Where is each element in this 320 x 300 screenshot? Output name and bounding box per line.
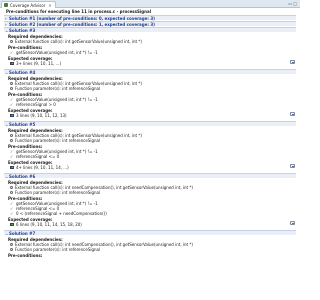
dependency-item: Function parameter(s): int referenceSign… [8,190,296,195]
checkmark-icon: ✓ [10,206,14,211]
view-tab-bar: Coverage Advisor ✕ ▭ □ [0,0,300,8]
dependency-icon [10,139,13,142]
coverage-advisor-panel: Pre-conditions for executing line 11 in … [0,8,300,300]
apply-solution-button[interactable] [290,164,295,168]
solution-body: Required dependencies: External function … [4,178,296,229]
precondition-item-text: 0 < (referenceSignal + needCompensation(… [16,211,107,216]
coverage-item-text: 6 lines (9, 10, 11, 14, 15, 18, 20) [16,222,82,227]
solution-section: ⌄ Solution #5 Required dependencies: Extern… [4,121,296,172]
solution-header-label: Solution #2 (number of pre-conditions: 1… [9,21,155,27]
minimize-icon[interactable]: ▭ [288,1,292,6]
dependency-icon [10,134,13,137]
dependency-item-text: External function call(s): int getSensor… [15,39,142,44]
coverage-item: 6 lines (9, 10, 11, 14, 15, 18, 20) [8,222,296,227]
solution-body: Required dependencies: External function … [4,74,296,120]
dependency-icon [10,87,13,90]
solution-header[interactable]: › Solution #1 (number of pre-conditions: … [4,15,296,21]
solution-section: › Solution #1 (number of pre-conditions: … [4,15,296,21]
checkmark-icon: ✓ [10,50,14,55]
solution-section: ⌄ Solution #7 Required dependencies: Extern… [4,230,296,260]
solutions-list: › Solution #1 (number of pre-conditions: … [4,15,296,260]
checkmark-icon: ✓ [10,154,14,159]
solution-section: › Solution #2 (number of pre-conditions: … [4,21,296,27]
solution-body: Required dependencies: External function … [4,126,296,172]
solution-section: ⌄ Solution #3 Required dependencies: Extern… [4,27,296,68]
coverage-item: 4+ lines (9, 10, 11, 14, ...) [8,165,296,170]
coverage-item-text: 3 lines (9, 10, 11, 12, 13) [16,113,67,118]
dependency-item: External function call(s): int getSensor… [8,39,296,44]
dependency-item: Function parameter(s): int referenceSign… [8,86,296,91]
apply-solution-button[interactable] [290,112,295,116]
page-title: Pre-conditions for executing line 11 in … [6,8,152,14]
apply-solution-button[interactable] [290,60,295,64]
coverage-icon [10,166,14,169]
checkmark-icon: ✓ [10,97,14,102]
coverage-icon [10,114,14,117]
dependency-icon [10,186,13,189]
solution-section: ⌄ Solution #6 Required dependencies: Extern… [4,173,296,229]
close-icon[interactable]: ✕ [48,3,51,8]
precondition-item: ✓ getSensorValue(unsigned int, int *) != … [8,50,296,55]
dependency-icon [10,243,13,246]
tab-label: Coverage Advisor [10,2,46,8]
dependency-icon [10,248,13,251]
coverage-icon [10,62,14,65]
tab-coverage-advisor[interactable]: Coverage Advisor ✕ [1,1,56,8]
precondition-item-text: referenceSignal <= 0 [16,154,60,159]
checkmark-icon: ✓ [10,102,14,107]
preconditions-label: Pre-conditions: [8,253,43,258]
checkmark-icon: ✓ [10,211,14,216]
dependency-icon [10,82,13,85]
dependency-item-text: Function parameter(s): int referenceSign… [15,138,101,143]
precondition-item: ✓ referenceSignal > 0 [8,102,296,107]
precondition-item: ✓ 0 < (referenceSignal + needCompensation… [8,211,296,216]
coverage-item-text: 4+ lines (9, 10, 11, 14, ...) [16,165,69,170]
precondition-item-text: referenceSignal > 0 [16,102,56,107]
solution-body: Required dependencies: External function … [4,32,296,68]
solution-body: Required dependencies: External function … [4,235,296,260]
maximize-icon[interactable]: □ [293,1,297,6]
coverage-icon [10,223,14,226]
coverage-item-text: 3+ lines (9, 10, 11, ...) [16,61,62,66]
dependency-item-text: Function parameter(s): int referenceSign… [15,190,101,195]
apply-solution-button[interactable] [290,221,295,225]
dependency-icon [10,191,13,194]
coverage-advisor-icon [4,3,8,7]
dependency-item: Function parameter(s): int referenceSign… [8,247,296,252]
coverage-item: 3 lines (9, 10, 11, 12, 13) [8,113,296,118]
solution-header-label: Solution #1 (number of pre-conditions: 0… [9,15,155,21]
checkmark-icon: ✓ [10,201,14,206]
checkmark-icon: ✓ [10,149,14,154]
dependency-item-text: Function parameter(s): int referenceSign… [15,247,101,252]
dependency-icon [10,40,13,43]
solution-section: ⌄ Solution #4 Required dependencies: Extern… [4,69,296,120]
coverage-item: 3+ lines (9, 10, 11, ...) [8,61,296,66]
solution-header[interactable]: › Solution #2 (number of pre-conditions: … [4,21,296,27]
precondition-item: ✓ referenceSignal <= 0 [8,154,296,159]
precondition-item-text: getSensorValue(unsigned int, int *) != -… [16,50,98,55]
dependency-item-text: Function parameter(s): int referenceSign… [15,86,101,91]
dependency-item: Function parameter(s): int referenceSign… [8,138,296,143]
